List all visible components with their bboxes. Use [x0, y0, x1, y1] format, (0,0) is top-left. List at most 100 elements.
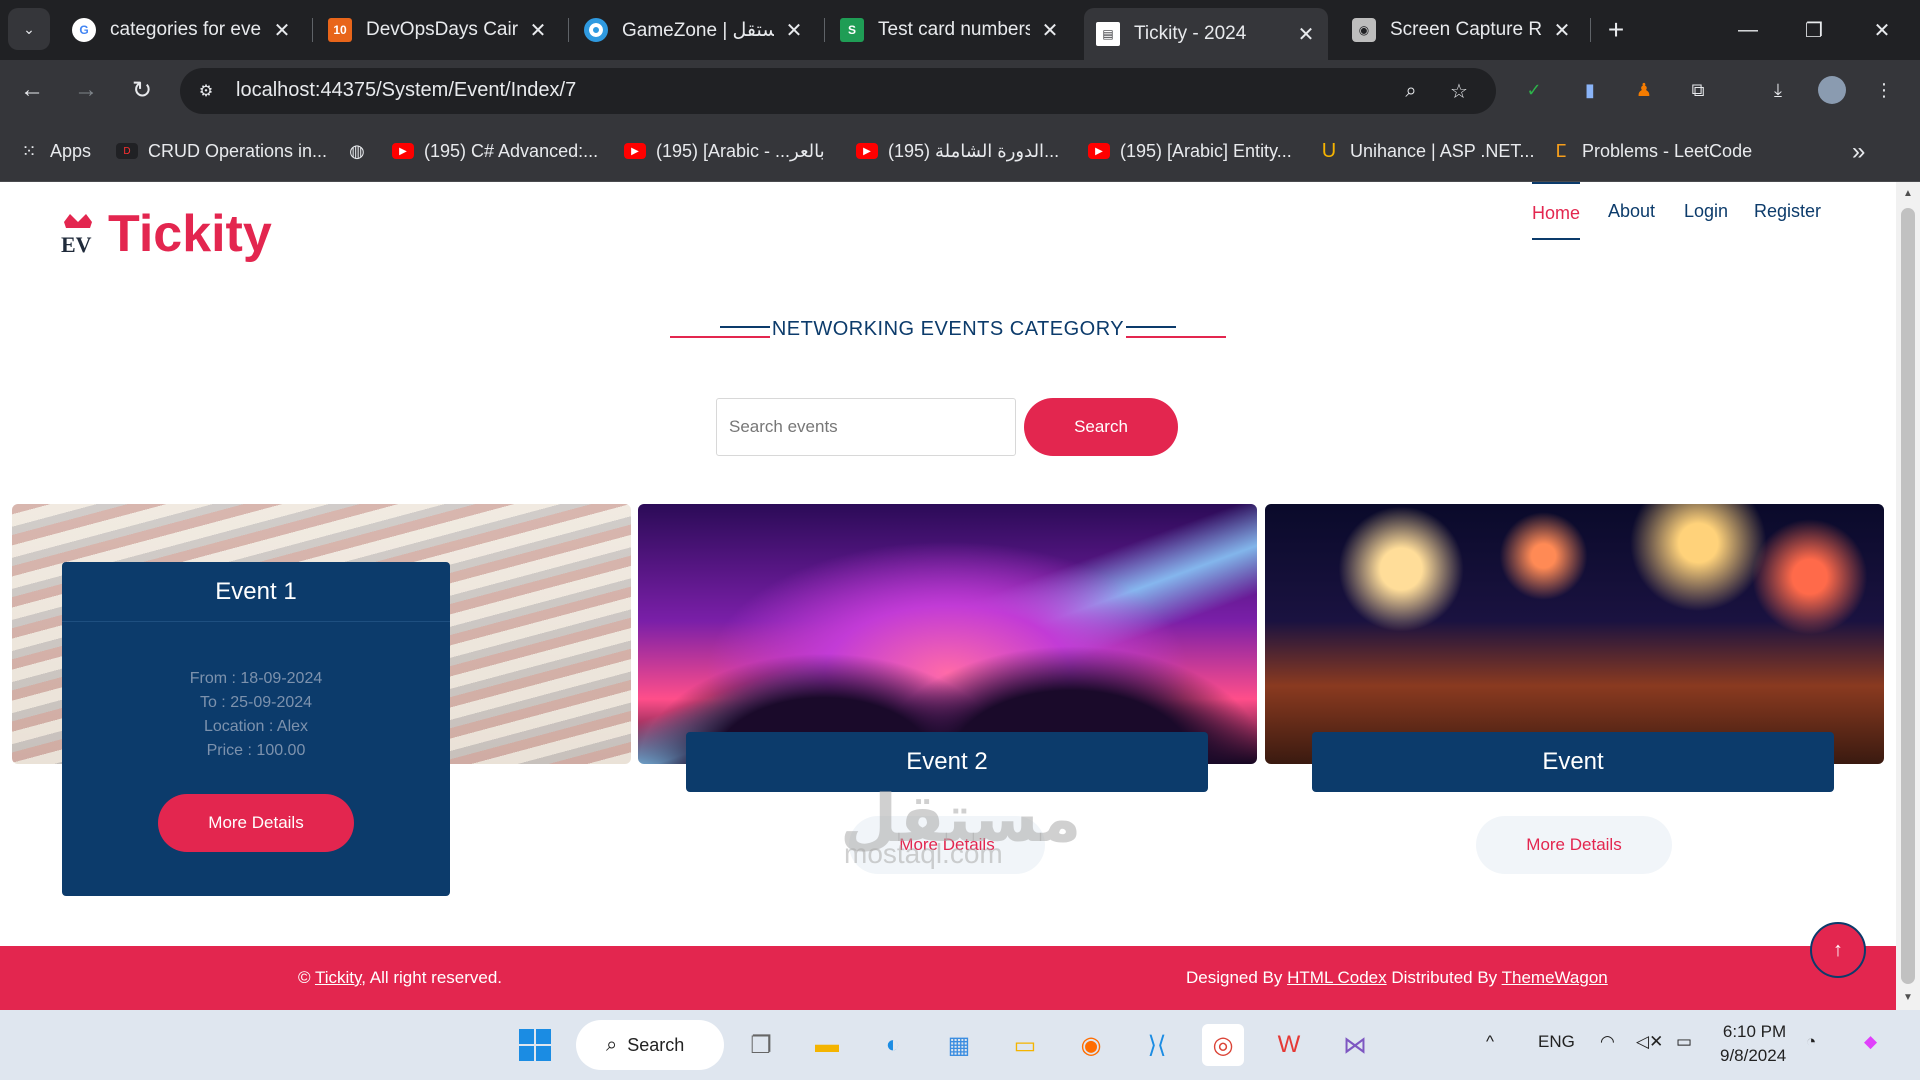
- vscode-icon[interactable]: ⟩⟨: [1136, 1024, 1178, 1066]
- document-icon: ▤: [1096, 22, 1120, 46]
- site-settings-icon[interactable]: ⚙: [192, 77, 220, 105]
- bookmark-youtube-2[interactable]: ▶ (195) [Arabic - ...بالعر: [624, 137, 825, 165]
- battery-icon[interactable]: ▭: [1676, 1032, 1692, 1052]
- nav-home[interactable]: Home: [1532, 182, 1581, 240]
- new-tab-button[interactable]: +: [1598, 12, 1634, 48]
- address-bar[interactable]: ⚙ localhost:44375/System/Event/Index/7 ⌕…: [180, 68, 1496, 114]
- clock-date: 9/8/2024: [1720, 1046, 1787, 1065]
- event-3-image[interactable]: [1265, 504, 1884, 764]
- reload-icon[interactable]: ↻: [124, 72, 160, 108]
- language-indicator[interactable]: ENG: [1538, 1032, 1575, 1052]
- browser-tab-1[interactable]: G categories for even ✕: [60, 8, 304, 52]
- browser-tab-6[interactable]: ◉ Screen Capture Re ✕: [1340, 8, 1584, 52]
- event-3-more-details-button[interactable]: More Details: [1476, 816, 1672, 874]
- footer-brand-link[interactable]: Tickity: [315, 968, 361, 987]
- close-icon[interactable]: ✕: [784, 18, 804, 43]
- taskbar-search[interactable]: ⌕ Search: [576, 1020, 724, 1070]
- bookmark-globe[interactable]: ◍: [346, 137, 378, 165]
- apps-grid-icon: ⁙: [21, 140, 37, 161]
- notes-icon[interactable]: ▭: [1004, 1024, 1046, 1066]
- download-icon[interactable]: ⤓: [1764, 76, 1792, 104]
- volume-muted-icon[interactable]: ◁✕: [1636, 1032, 1663, 1052]
- site-footer: © Tickity, All right reserved. Designed …: [0, 946, 1896, 1010]
- restore-button[interactable]: ❐: [1784, 8, 1844, 52]
- search-button[interactable]: Search: [1024, 398, 1178, 456]
- tab-separator: [312, 18, 313, 42]
- youtube-icon: ▶: [1088, 143, 1110, 159]
- scroll-down-icon[interactable]: ▼: [1900, 992, 1916, 1006]
- browser-tab-2[interactable]: 10 DevOpsDays Cairo ✕: [316, 8, 560, 52]
- url-text[interactable]: localhost:44375/System/Event/Index/7: [236, 79, 576, 102]
- bookmark-leetcode[interactable]: ⵎ Problems - LeetCode: [1550, 137, 1752, 165]
- notification-icon[interactable]: ◔: [1806, 1032, 1816, 1052]
- event-2-image[interactable]: [638, 504, 1257, 764]
- store-icon[interactable]: ▦: [938, 1024, 980, 1066]
- event-3-title[interactable]: Event: [1312, 732, 1834, 792]
- bookmark-apps[interactable]: ⁙ Apps: [18, 137, 91, 165]
- tray-overflow-icon[interactable]: ^: [1486, 1032, 1494, 1052]
- close-icon[interactable]: ✕: [1296, 22, 1316, 47]
- bookmark-youtube-4[interactable]: ▶ (195) [Arabic] Entity...: [1088, 137, 1292, 165]
- back-arrow-icon[interactable]: ←: [14, 72, 50, 108]
- forward-arrow-icon[interactable]: →: [68, 72, 104, 108]
- bookmark-youtube-1[interactable]: ▶ (195) C# Advanced:...: [392, 137, 598, 165]
- web-page: EV Tickity Home About Login Register NET…: [0, 182, 1920, 1010]
- scroll-thumb[interactable]: [1901, 208, 1915, 984]
- zoom-icon[interactable]: ⌕: [1398, 78, 1424, 104]
- tab-separator: [568, 18, 569, 42]
- extension-fox-icon[interactable]: ♟: [1630, 76, 1658, 104]
- extensions-puzzle-icon[interactable]: ⧉: [1684, 76, 1712, 104]
- edge-icon[interactable]: ◐: [872, 1024, 914, 1066]
- event-1-more-details-button[interactable]: More Details: [158, 794, 354, 852]
- tab-search-button[interactable]: ⌄: [8, 8, 50, 50]
- close-window-button[interactable]: ✕: [1852, 8, 1912, 52]
- chrome-icon[interactable]: ◎: [1202, 1024, 1244, 1066]
- scroll-up-icon[interactable]: ▲: [1900, 188, 1916, 202]
- distributor-link[interactable]: ThemeWagon: [1502, 968, 1608, 987]
- star-icon[interactable]: ☆: [1446, 78, 1472, 104]
- leetcode-icon: ⵎ: [1555, 140, 1567, 161]
- browser-tab-3[interactable]: GameZone | مستقل ✕: [572, 8, 816, 52]
- event-1-price: Price : 100.00: [206, 742, 306, 759]
- youtube-icon: ▶: [624, 143, 646, 159]
- site-logo[interactable]: EV Tickity: [58, 204, 272, 264]
- bookmark-unihance[interactable]: U Unihance | ASP .NET...: [1318, 137, 1535, 165]
- title-decoration-line: [1126, 336, 1226, 338]
- nav-register[interactable]: Register: [1754, 182, 1821, 240]
- designer-link[interactable]: HTML Codex: [1287, 968, 1387, 987]
- bookmark-youtube-3[interactable]: ▶ (195) الدورة الشاملة...: [856, 137, 1059, 165]
- close-icon[interactable]: ✕: [528, 18, 548, 43]
- bookmarks-overflow-icon[interactable]: »: [1852, 138, 1865, 166]
- profile-avatar[interactable]: [1818, 76, 1846, 104]
- extension-check-icon[interactable]: ✓: [1520, 76, 1548, 104]
- footer-credits: Designed By HTML Codex Distributed By Th…: [1186, 968, 1608, 987]
- crud-icon: D: [116, 143, 138, 159]
- minimize-button[interactable]: —: [1718, 8, 1778, 52]
- extension-doc-icon[interactable]: ▮: [1576, 76, 1604, 104]
- browser-tab-strip: ⌄ G categories for even ✕ 10 DevOpsDays …: [0, 0, 1920, 60]
- wifi-icon[interactable]: ◠: [1600, 1032, 1615, 1052]
- close-icon[interactable]: ✕: [1552, 18, 1572, 43]
- copilot-icon[interactable]: ◆: [1864, 1032, 1877, 1052]
- close-icon[interactable]: ✕: [272, 18, 292, 43]
- footer-copyright: © Tickity, All right reserved.: [298, 968, 503, 987]
- firefox-icon[interactable]: ◉: [1070, 1024, 1112, 1066]
- browser-tab-active[interactable]: ▤ Tickity - 2024 ✕: [1084, 8, 1328, 60]
- bookmark-crud[interactable]: D CRUD Operations in...: [116, 137, 327, 165]
- nav-login[interactable]: Login: [1684, 182, 1728, 240]
- back-to-top-button[interactable]: ↑: [1810, 922, 1866, 978]
- event-1-title: Event 1: [62, 562, 450, 622]
- circle-icon: [584, 18, 608, 42]
- wps-icon[interactable]: W: [1268, 1024, 1310, 1066]
- task-view-icon[interactable]: ❐: [740, 1024, 782, 1066]
- system-clock[interactable]: 6:10 PM 9/8/2024: [1720, 1020, 1786, 1068]
- browser-tab-4[interactable]: S Test card numbers ✕: [828, 8, 1072, 52]
- visual-studio-icon[interactable]: ⋈: [1334, 1024, 1376, 1066]
- more-menu-icon[interactable]: ⋮: [1870, 76, 1898, 104]
- close-icon[interactable]: ✕: [1040, 18, 1060, 43]
- nav-about[interactable]: About: [1608, 182, 1655, 240]
- search-input[interactable]: [716, 398, 1016, 456]
- windows-start-icon[interactable]: [514, 1024, 556, 1066]
- page-scrollbar[interactable]: ▲ ▼: [1896, 182, 1920, 1010]
- file-explorer-icon[interactable]: ▬: [806, 1024, 848, 1066]
